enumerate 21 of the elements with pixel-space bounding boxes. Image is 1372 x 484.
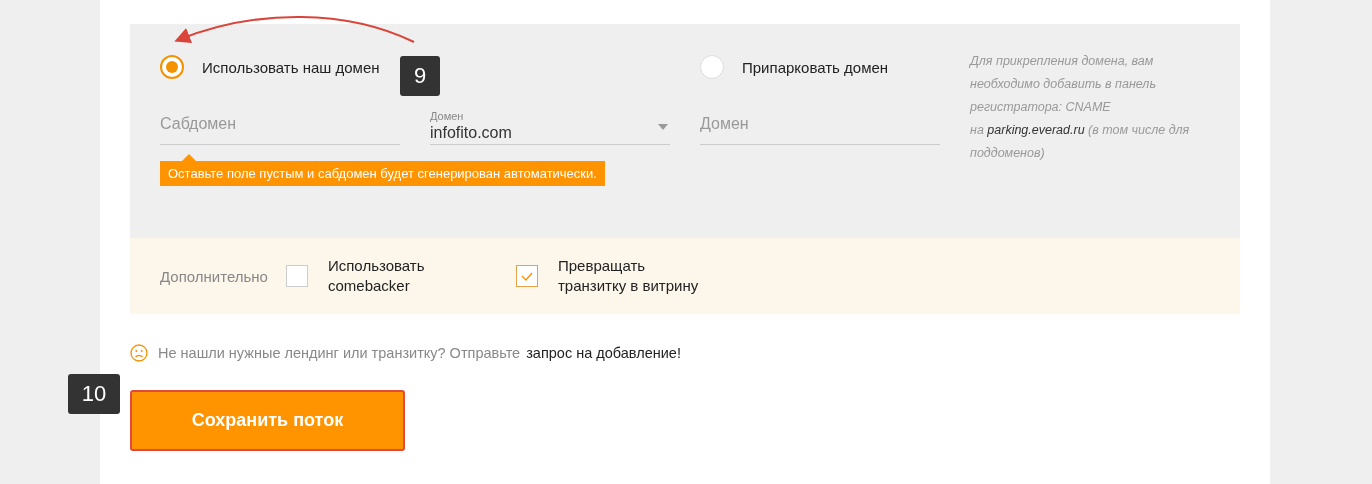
radio-button[interactable] <box>160 55 184 79</box>
extras-label: Дополнительно <box>160 267 268 285</box>
check-icon <box>520 271 533 281</box>
sad-face-icon <box>130 344 148 362</box>
cname-note: Для прикрепления домена, вам необходимо добавить в панель регистратора: CNAME на parking.everad.ru (в том числе для поддоменов) <box>970 53 1191 162</box>
checkbox-label[interactable]: Использовать comebacker <box>327 256 483 296</box>
domain-field[interactable]: Домен <box>700 104 940 145</box>
checkbox[interactable] <box>515 265 538 287</box>
tooltip-pointer <box>182 154 196 161</box>
checkbox-label[interactable]: Превращать транзитку в витрину <box>557 256 713 296</box>
step-badge: 10 <box>68 374 120 414</box>
footer-text: Не нашли нужные лендинг или транзитку? Отправьте <box>158 345 521 361</box>
subdomain-field[interactable]: Сабдомен <box>160 104 400 145</box>
step-badge: 9 <box>400 56 440 96</box>
checkbox[interactable] <box>285 265 308 287</box>
radio-label[interactable]: Использовать наш домен <box>202 58 380 76</box>
caret-icon <box>658 124 668 130</box>
radio-label[interactable]: Припарковать домен <box>742 58 889 76</box>
domain-select[interactable]: Домен infofito.com <box>430 104 670 145</box>
host-name: parking.everad.ru <box>987 123 1085 137</box>
request-link[interactable]: запрос на добавление! <box>526 345 681 361</box>
